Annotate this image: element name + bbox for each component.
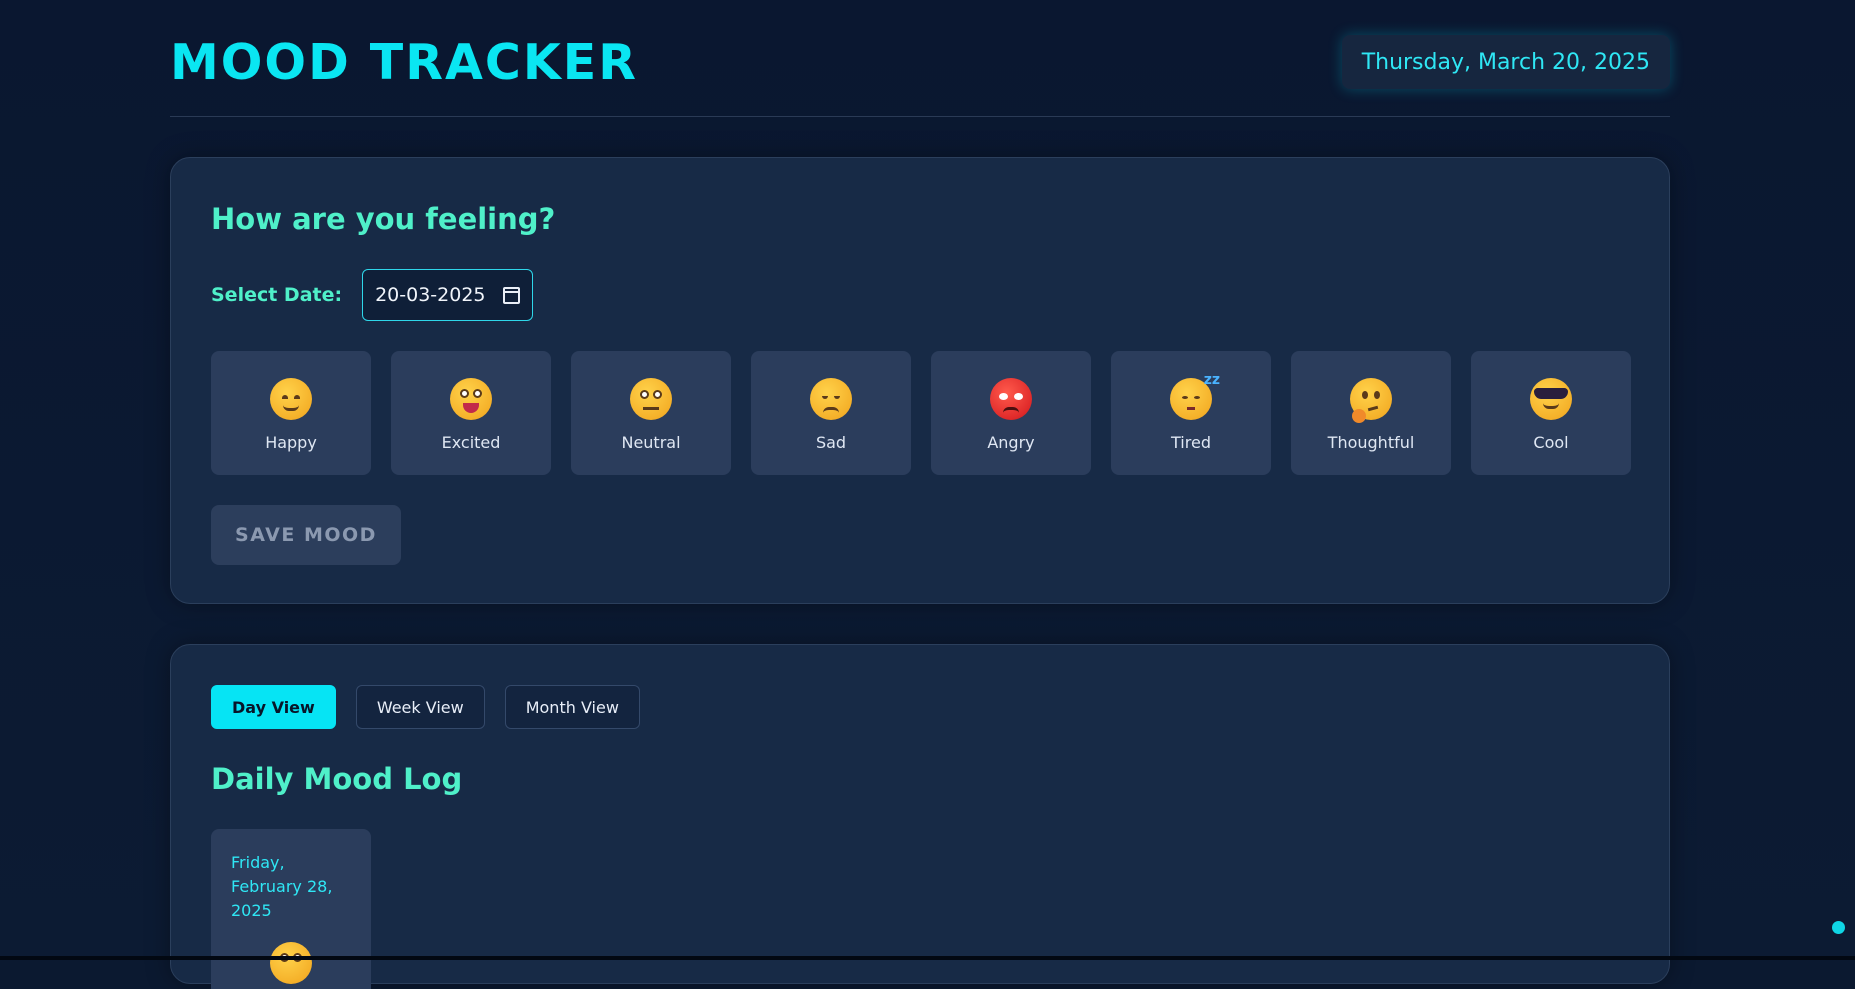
mood-label: Tired bbox=[1171, 433, 1211, 452]
mood-label: Sad bbox=[815, 433, 847, 452]
date-label: Select Date: bbox=[211, 284, 343, 306]
mood-label: Happy bbox=[265, 433, 317, 452]
mood-options: Happy Excited Neutral Sad Angry zz Tired… bbox=[211, 351, 1631, 475]
mood-option-neutral[interactable]: Neutral bbox=[571, 351, 731, 475]
log-entry-date: Friday, February 28, 2025 bbox=[231, 853, 333, 920]
mood-option-sad[interactable]: Sad bbox=[751, 351, 911, 475]
mood-label: Thoughtful bbox=[1327, 433, 1415, 452]
tab-week-view[interactable]: Week View bbox=[355, 685, 485, 729]
log-entry[interactable]: Friday, February 28, 2025 bbox=[211, 829, 371, 989]
grinning-face-icon bbox=[450, 378, 492, 420]
mood-option-angry[interactable]: Angry bbox=[931, 351, 1091, 475]
main-container: MOOD TRACKER Thursday, March 20, 2025 Ho… bbox=[170, 0, 1670, 989]
pensive-face-icon bbox=[810, 378, 852, 420]
mood-option-thoughtful[interactable]: Thoughtful bbox=[1291, 351, 1451, 475]
tab-day-view[interactable]: Day View bbox=[211, 685, 336, 729]
page: MOOD TRACKER Thursday, March 20, 2025 Ho… bbox=[0, 0, 1855, 989]
thinking-face-icon bbox=[1350, 378, 1392, 423]
log-heading: Daily Mood Log bbox=[211, 762, 463, 796]
sunglasses-face-icon bbox=[1530, 378, 1572, 420]
app-header: MOOD TRACKER Thursday, March 20, 2025 bbox=[170, 0, 1670, 117]
floating-indicator-dot[interactable] bbox=[1832, 921, 1845, 934]
grinning-face-icon bbox=[270, 942, 312, 984]
current-date-badge: Thursday, March 20, 2025 bbox=[1341, 35, 1670, 89]
mood-label: Neutral bbox=[621, 433, 681, 452]
view-tabs: Day View Week View Month View bbox=[211, 685, 640, 729]
save-mood-button[interactable]: SAVE MOOD bbox=[211, 505, 401, 565]
date-input[interactable]: 20-03-2025 bbox=[362, 269, 534, 321]
neutral-face-icon bbox=[630, 378, 672, 420]
tab-month-view[interactable]: Month View bbox=[504, 685, 640, 729]
app-title: MOOD TRACKER bbox=[170, 34, 639, 91]
sleeping-face-icon: zz bbox=[1170, 372, 1220, 420]
mood-label: Excited bbox=[441, 433, 501, 452]
mood-option-cool[interactable]: Cool bbox=[1471, 351, 1631, 475]
date-input-value: 20-03-2025 bbox=[375, 284, 486, 306]
mood-entry-card: How are you feeling? Select Date: 20-03-… bbox=[170, 157, 1670, 604]
mood-option-happy[interactable]: Happy bbox=[211, 351, 371, 475]
mood-log-card: Day View Week View Month View Daily Mood… bbox=[170, 644, 1670, 989]
mood-option-excited[interactable]: Excited bbox=[391, 351, 551, 475]
date-selector-row: Select Date: 20-03-2025 bbox=[211, 269, 534, 321]
smiling-face-icon bbox=[270, 378, 312, 420]
calendar-icon[interactable] bbox=[503, 286, 521, 304]
mood-option-tired[interactable]: zz Tired bbox=[1111, 351, 1271, 475]
mood-label: Cool bbox=[1533, 433, 1569, 452]
mood-label: Angry bbox=[987, 433, 1035, 452]
bottom-edge bbox=[0, 956, 1855, 960]
angry-face-icon bbox=[990, 378, 1032, 420]
mood-form-heading: How are you feeling? bbox=[211, 202, 556, 236]
